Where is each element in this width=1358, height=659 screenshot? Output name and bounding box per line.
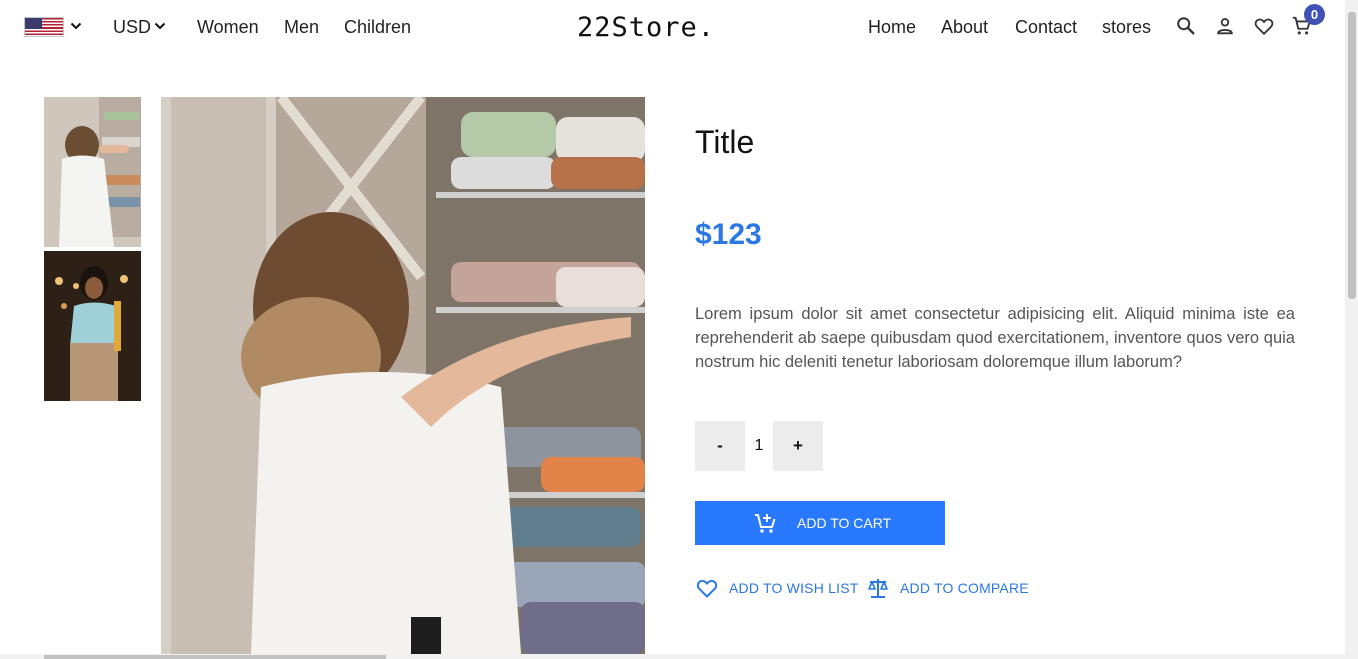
nav-link-about[interactable]: About	[941, 16, 988, 38]
search-icon[interactable]	[1175, 15, 1197, 37]
product-description: Lorem ipsum dolor sit amet consectetur a…	[695, 305, 1295, 371]
balance-scale-icon	[868, 579, 888, 598]
wishlist-label: ADD TO WISH LIST	[729, 580, 859, 596]
nav-link-men[interactable]: Men	[284, 16, 319, 38]
woman-folding-clothes-photo	[161, 97, 645, 654]
quantity-decrease-button[interactable]: -	[695, 421, 745, 471]
add-shopping-cart-icon	[755, 514, 776, 533]
woman-with-headphones-photo	[44, 251, 141, 401]
currency-select[interactable]: USD	[113, 16, 151, 38]
add-to-wishlist-link[interactable]: ADD TO WISH LIST	[695, 576, 858, 600]
woman-folding-clothes-photo	[44, 97, 141, 247]
thumbnail-image[interactable]	[44, 97, 141, 247]
thumbnail-image[interactable]	[44, 251, 141, 401]
nav-link-home[interactable]: Home	[868, 16, 916, 38]
quantity-increase-button[interactable]: +	[773, 421, 823, 471]
us-flag-icon[interactable]	[24, 17, 64, 37]
chevron-down-icon[interactable]	[70, 20, 82, 32]
main-product-image[interactable]	[161, 97, 645, 654]
vertical-scrollbar-thumb[interactable]	[1348, 12, 1356, 299]
horizontal-scrollbar-thumb[interactable]	[44, 655, 386, 659]
add-to-cart-label: ADD TO CART	[797, 515, 892, 531]
top-navbar: USD Women Men Children 22Store. Home Abo…	[0, 0, 1345, 56]
store-logo[interactable]: 22Store.	[577, 12, 715, 44]
add-to-cart-button[interactable]: ADD TO CART	[695, 501, 945, 545]
cart-count-badge: 0	[1304, 4, 1325, 25]
nav-link-contact[interactable]: Contact	[1015, 16, 1077, 38]
nav-link-children[interactable]: Children	[344, 16, 411, 38]
quantity-value: 1	[754, 437, 764, 454]
nav-link-women[interactable]: Women	[197, 16, 259, 38]
heart-outline-icon	[696, 579, 718, 598]
compare-label: ADD TO COMPARE	[900, 580, 1029, 596]
product-title: Title	[695, 124, 755, 160]
product-price: $123	[695, 218, 762, 251]
nav-link-stores[interactable]: stores	[1102, 16, 1151, 38]
add-to-compare-link[interactable]: ADD TO COMPARE	[866, 576, 1029, 600]
heart-icon[interactable]	[1253, 15, 1275, 37]
account-icon[interactable]	[1214, 15, 1236, 37]
chevron-down-icon[interactable]	[154, 20, 166, 32]
